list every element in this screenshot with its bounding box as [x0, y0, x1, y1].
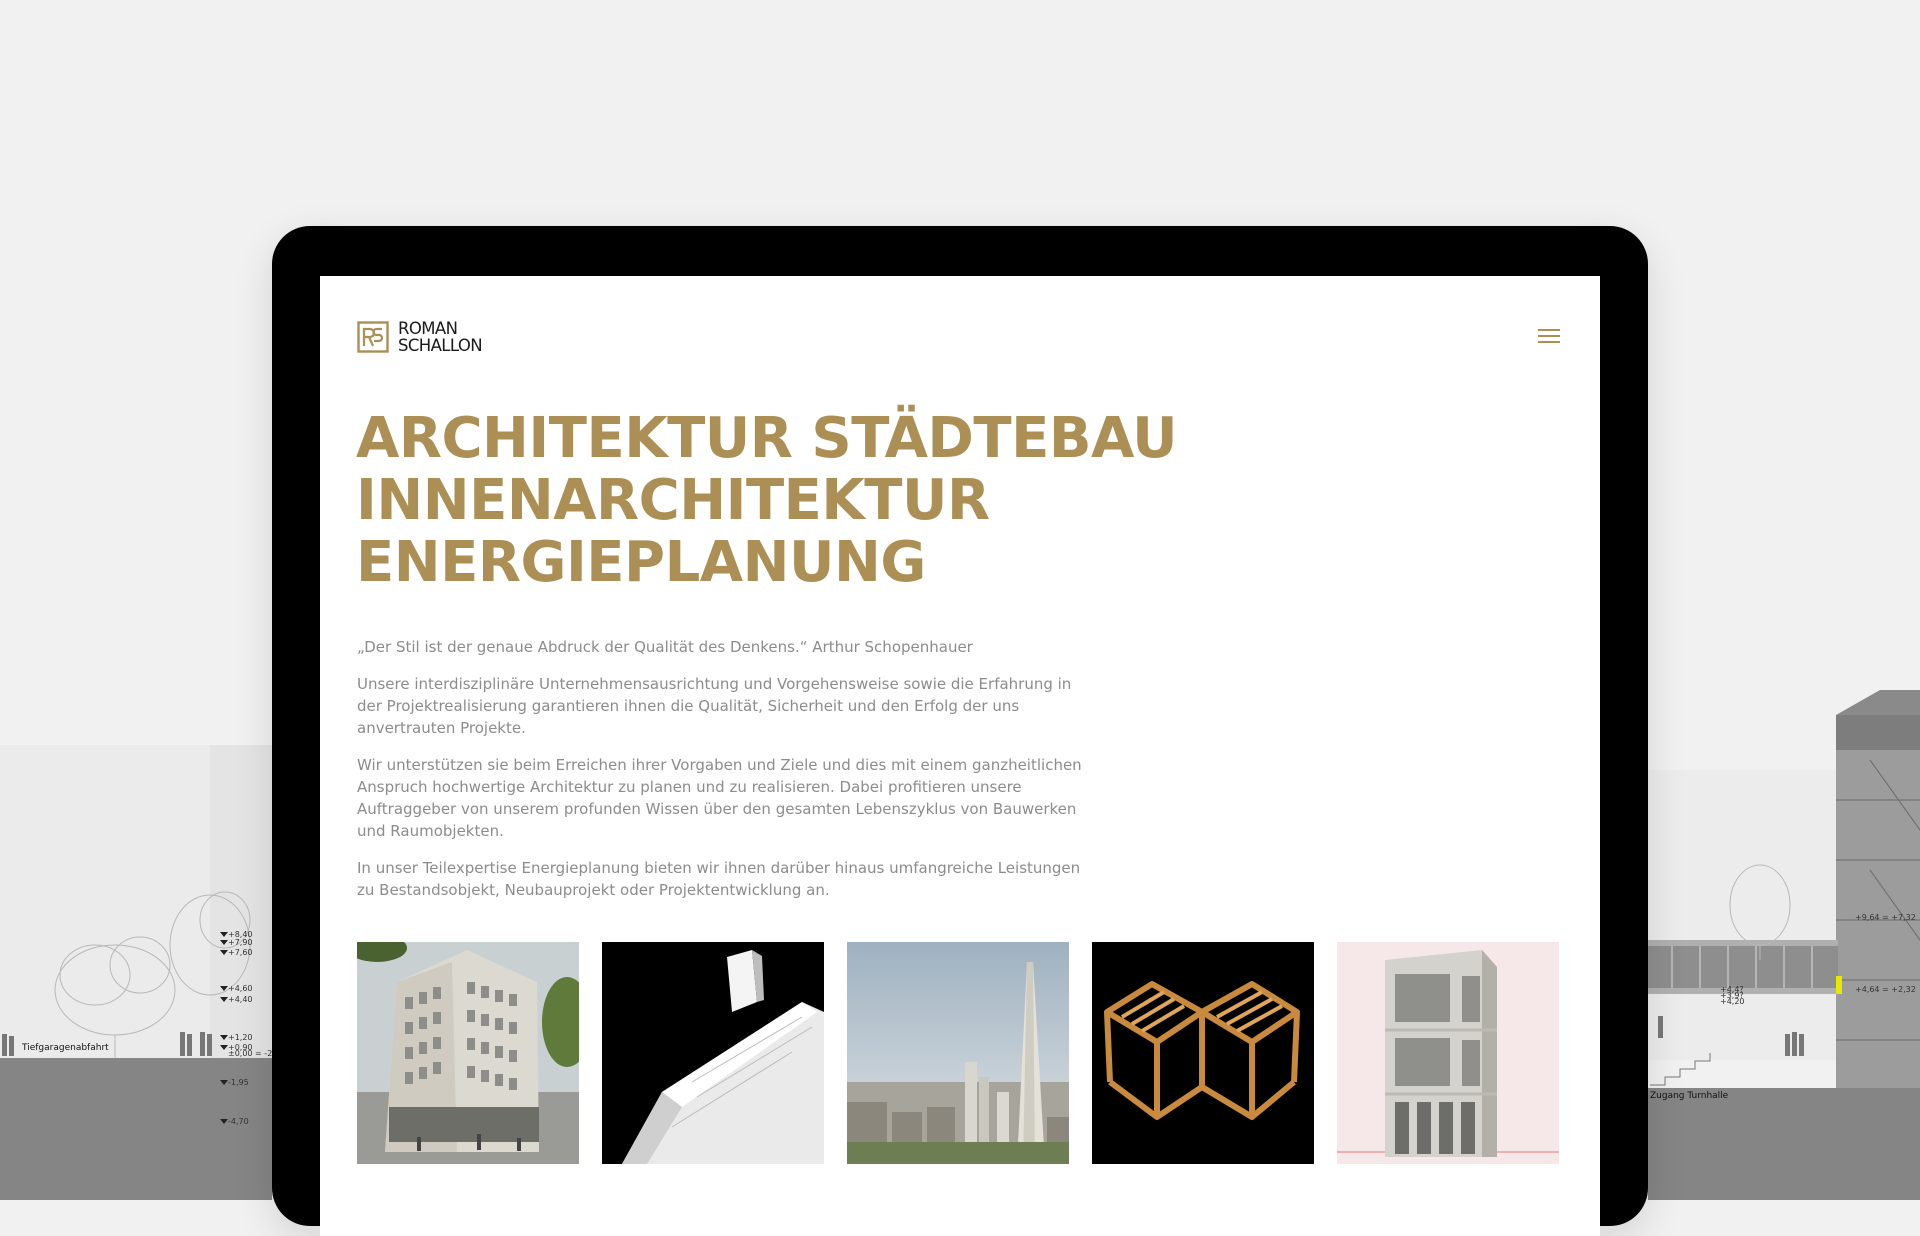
svg-text:-1,95: -1,95	[228, 1078, 249, 1087]
brand-logo[interactable]: ROMAN SCHALLON	[357, 319, 483, 355]
menu-bar	[1538, 329, 1560, 331]
facade-model-image	[1337, 942, 1559, 1164]
svg-text:-4,70: -4,70	[228, 1117, 249, 1126]
project-gallery	[357, 942, 1559, 1164]
menu-bar	[1538, 335, 1560, 337]
project-thumbnail-white-model[interactable]	[602, 942, 824, 1164]
svg-text:+1,20: +1,20	[228, 1033, 253, 1042]
project-thumbnail-tower-skyline[interactable]	[847, 942, 1069, 1164]
brand-name-line2: SCHALLON	[398, 336, 483, 355]
intro-copy: „Der Stil ist der genaue Abdruck der Qua…	[357, 636, 1097, 916]
wooden-bench-image	[1092, 942, 1314, 1164]
hero-title: ARCHITEKTUR STÄDTEBAU INNENARCHITEKTUR E…	[356, 406, 1178, 595]
rs-monogram-icon	[357, 321, 389, 353]
hamburger-menu-icon[interactable]	[1535, 325, 1563, 347]
project-thumbnail-wooden-bench[interactable]	[1092, 942, 1314, 1164]
svg-text:Tiefgaragenabfahrt: Tiefgaragenabfahrt	[21, 1043, 109, 1053]
svg-text:±0,00 = -2,: ±0,00 = -2,	[228, 1049, 275, 1058]
svg-text:+9,64 = +7,32: +9,64 = +7,32	[1855, 913, 1916, 922]
intro-paragraph: In unser Teilexpertise Energieplanung bi…	[357, 859, 1081, 899]
intro-quote: „Der Stil ist der genaue Abdruck der Qua…	[357, 638, 973, 656]
white-model-image	[602, 942, 824, 1164]
tower-skyline-image	[847, 942, 1069, 1164]
hero-line-energieplanung: ENERGIEPLANUNG	[356, 530, 926, 595]
project-thumbnail-office-building[interactable]	[357, 942, 579, 1164]
svg-text:+4,60: +4,60	[228, 984, 253, 993]
svg-text:+4,20: +4,20	[1720, 997, 1745, 1006]
svg-text:+4,40: +4,40	[228, 995, 253, 1004]
svg-text:+7,90: +7,90	[228, 938, 253, 947]
intro-paragraph: Unsere interdisziplinäre Unternehmensaus…	[357, 675, 1072, 737]
svg-text:Zugang Turnhalle: Zugang Turnhalle	[1650, 1091, 1729, 1101]
project-thumbnail-facade-model[interactable]	[1337, 942, 1559, 1164]
brand-name-line1: ROMAN	[398, 319, 458, 338]
intro-paragraph: Wir unterstützen sie beim Erreichen ihre…	[357, 756, 1082, 840]
tablet-frame: ROMAN SCHALLON ARCHITEKTUR STÄDTEBAU INN…	[272, 226, 1648, 1236]
brand-wordmark: ROMAN SCHALLON	[398, 319, 483, 355]
office-building-image	[357, 942, 579, 1164]
website-screen: ROMAN SCHALLON ARCHITEKTUR STÄDTEBAU INN…	[320, 276, 1600, 1236]
menu-bar	[1538, 341, 1560, 343]
svg-text:+7,60: +7,60	[228, 948, 253, 957]
hero-line-innenarchitektur: INNENARCHITEKTUR	[356, 468, 990, 533]
svg-text:+4,64 = +2,32: +4,64 = +2,32	[1855, 985, 1916, 994]
hero-line-architektur: ARCHITEKTUR STÄDTEBAU	[356, 406, 1178, 471]
